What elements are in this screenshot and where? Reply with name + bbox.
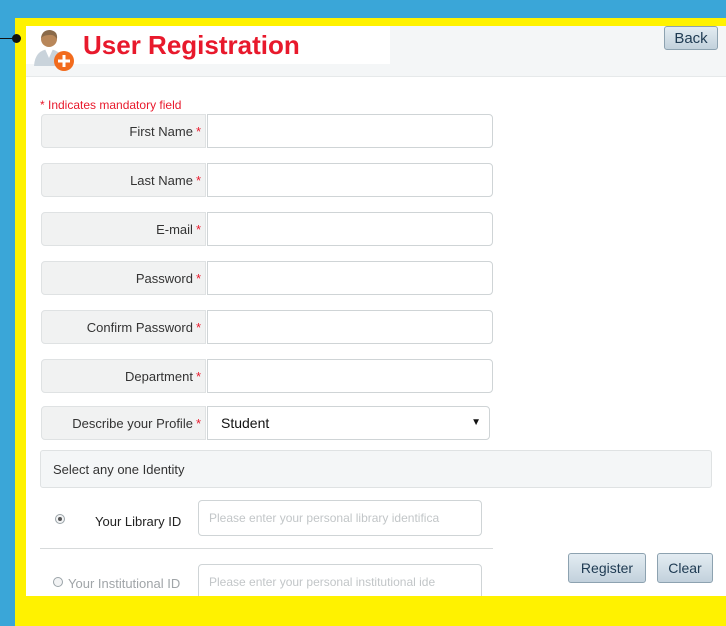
- library-id-radio[interactable]: [55, 514, 65, 524]
- register-button[interactable]: Register: [568, 553, 646, 583]
- last-name-input[interactable]: [207, 163, 493, 197]
- confirm-password-label: Confirm Password *: [41, 310, 206, 344]
- confirm-password-input[interactable]: [207, 310, 493, 344]
- clear-button[interactable]: Clear: [657, 553, 713, 583]
- confirm-password-row: Confirm Password *: [41, 310, 493, 346]
- profile-row: Describe your Profile * Student ▼: [41, 406, 493, 442]
- mandatory-note: * Indicates mandatory field: [40, 98, 182, 112]
- password-row: Password *: [41, 261, 493, 297]
- last-name-label: Last Name *: [41, 163, 206, 197]
- registration-panel: User Registration Back * Indicates manda…: [26, 26, 726, 596]
- email-row: E-mail *: [41, 212, 493, 248]
- first-name-row: First Name *: [41, 114, 493, 150]
- profile-select[interactable]: Student ▼: [207, 406, 490, 440]
- password-input[interactable]: [207, 261, 493, 295]
- email-input[interactable]: [207, 212, 493, 246]
- department-row: Department *: [41, 359, 493, 395]
- page-header: User Registration Back: [26, 26, 726, 77]
- user-add-icon: [34, 30, 74, 71]
- last-name-row: Last Name *: [41, 163, 493, 199]
- institutional-id-label[interactable]: Your Institutional ID: [68, 576, 180, 591]
- pin-dot: [12, 34, 21, 43]
- profile-selected-value: Student: [221, 415, 270, 431]
- title-box: User Registration: [26, 26, 390, 71]
- institutional-id-input[interactable]: [198, 564, 482, 596]
- pin-line: [0, 38, 12, 39]
- first-name-input[interactable]: [207, 114, 493, 148]
- page-title: User Registration: [83, 30, 300, 60]
- library-id-input[interactable]: [198, 500, 482, 536]
- library-id-label[interactable]: Your Library ID: [95, 514, 181, 529]
- back-button[interactable]: Back: [664, 26, 718, 50]
- department-label: Department *: [41, 359, 206, 393]
- profile-label: Describe your Profile *: [41, 406, 206, 440]
- department-input[interactable]: [207, 359, 493, 393]
- identity-heading: Select any one Identity: [40, 450, 712, 488]
- email-label: E-mail *: [41, 212, 206, 246]
- institutional-id-radio[interactable]: [53, 577, 63, 587]
- first-name-label: First Name *: [41, 114, 206, 148]
- password-label: Password *: [41, 261, 206, 295]
- identity-separator: [40, 548, 493, 549]
- dropdown-arrow-icon: ▼: [471, 417, 481, 428]
